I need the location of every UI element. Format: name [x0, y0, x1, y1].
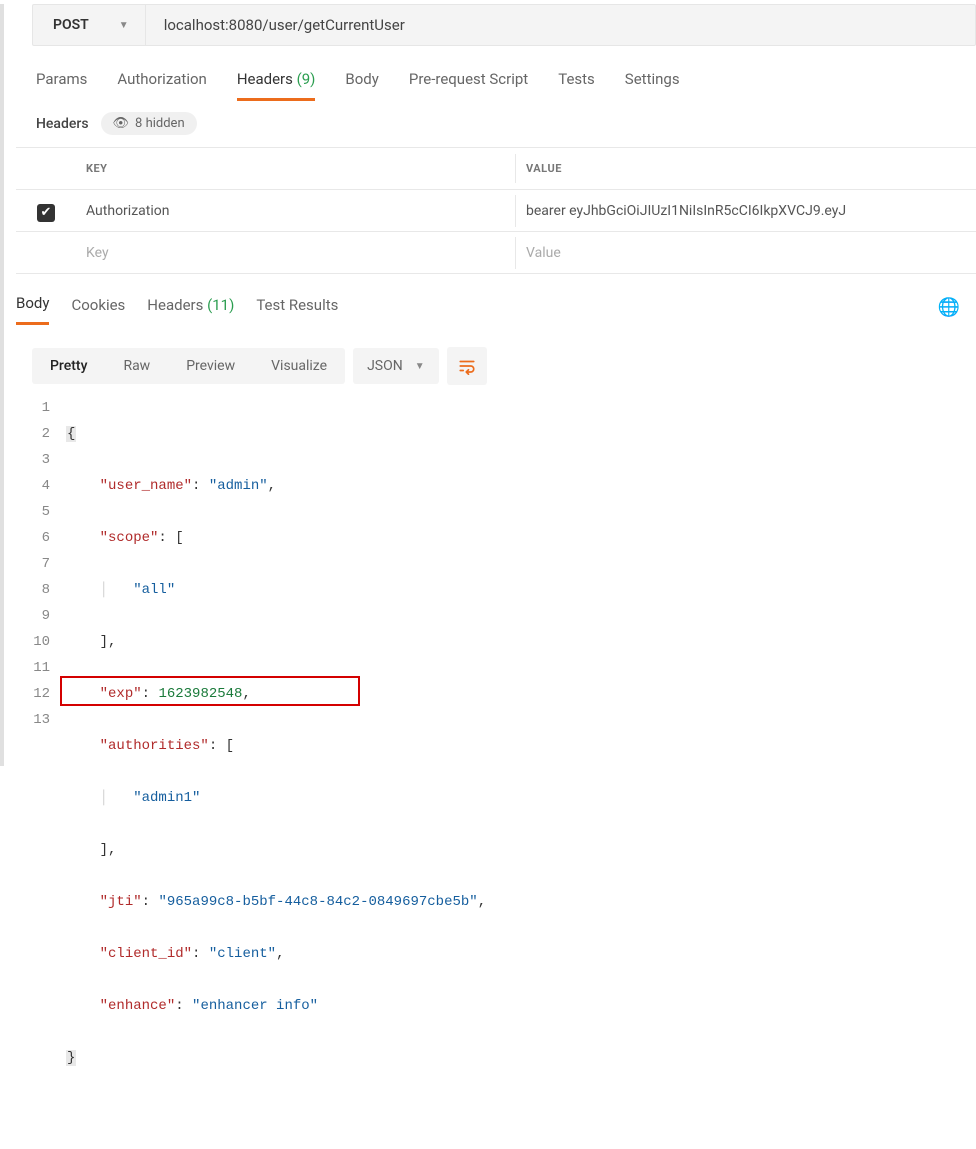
format-select[interactable]: JSON ▼ [353, 348, 439, 384]
format-select-label: JSON [367, 358, 403, 374]
tab-prerequest[interactable]: Pre-request Script [409, 64, 528, 101]
resp-tab-headers[interactable]: Headers (11) [147, 292, 234, 324]
line-gutter: 1 2 3 4 5 6 7 8 9 10 11 12 13 [22, 395, 66, 1149]
headers-table-head: KEY VALUE [16, 148, 976, 190]
hidden-headers-pill[interactable]: 👁 8 hidden [101, 112, 197, 135]
tab-tests[interactable]: Tests [558, 64, 595, 101]
wrap-icon [458, 357, 476, 375]
resp-tab-cookies[interactable]: Cookies [71, 292, 125, 324]
request-tabs: Params Authorization Headers (9) Body Pr… [16, 64, 976, 102]
code-content: { "user_name": "admin", "scope": [ │ "al… [66, 395, 976, 1149]
col-key: KEY [76, 154, 516, 183]
resp-headers-label: Headers [147, 296, 203, 314]
tab-params[interactable]: Params [36, 64, 87, 101]
view-pretty-button[interactable]: Pretty [32, 348, 105, 384]
eye-icon: 👁 [113, 116, 130, 131]
headers-table: KEY VALUE ✔ Authorization bearer eyJhbGc… [16, 147, 976, 274]
chevron-down-icon: ▼ [119, 20, 129, 31]
request-url-bar: POST ▼ localhost:8080/user/getCurrentUse… [32, 4, 976, 46]
http-method-label: POST [53, 17, 89, 33]
table-row: ✔ Authorization bearer eyJhbGciOiJIUzI1N… [16, 190, 976, 232]
resp-tab-testresults[interactable]: Test Results [256, 292, 338, 324]
row-checkbox-cell[interactable]: ✔ [16, 200, 76, 222]
view-visualize-button[interactable]: Visualize [253, 348, 345, 384]
resp-tab-body[interactable]: Body [16, 290, 49, 325]
headers-count-badge: (9) [297, 70, 316, 88]
globe-icon[interactable]: 🌐 [938, 297, 976, 318]
tab-authorization[interactable]: Authorization [117, 64, 206, 101]
header-value-cell[interactable]: bearer eyJhbGciOiJIUzI1NiIsInR5cCI6IkpXV… [516, 195, 976, 227]
tab-headers[interactable]: Headers (9) [237, 64, 316, 101]
hidden-headers-text: 8 hidden [135, 116, 185, 131]
table-row: Key Value [16, 232, 976, 274]
checkbox-checked-icon: ✔ [37, 204, 55, 222]
response-body-toolbar: Pretty Raw Preview Visualize JSON ▼ [16, 333, 976, 395]
headers-label: Headers [36, 116, 89, 132]
view-preview-button[interactable]: Preview [168, 348, 253, 384]
tab-body[interactable]: Body [345, 64, 378, 101]
wrap-lines-button[interactable] [447, 347, 487, 385]
response-body-code[interactable]: 1 2 3 4 5 6 7 8 9 10 11 12 13 { "user_na… [16, 395, 976, 1149]
headers-sub-row: Headers 👁 8 hidden [16, 102, 976, 147]
view-mode-group: Pretty Raw Preview Visualize [32, 348, 345, 384]
col-value: VALUE [516, 154, 976, 183]
header-value-input[interactable]: Value [516, 237, 976, 269]
url-input[interactable]: localhost:8080/user/getCurrentUser [146, 16, 975, 34]
tab-headers-label: Headers [237, 70, 293, 88]
http-method-select[interactable]: POST ▼ [33, 5, 146, 45]
chevron-down-icon: ▼ [415, 361, 425, 372]
resp-headers-count: (11) [207, 296, 234, 314]
header-key-cell[interactable]: Authorization [76, 195, 516, 227]
header-key-input[interactable]: Key [76, 237, 516, 269]
tab-settings[interactable]: Settings [625, 64, 680, 101]
response-tabs: Body Cookies Headers (11) Test Results 🌐 [16, 274, 976, 333]
view-raw-button[interactable]: Raw [105, 348, 168, 384]
